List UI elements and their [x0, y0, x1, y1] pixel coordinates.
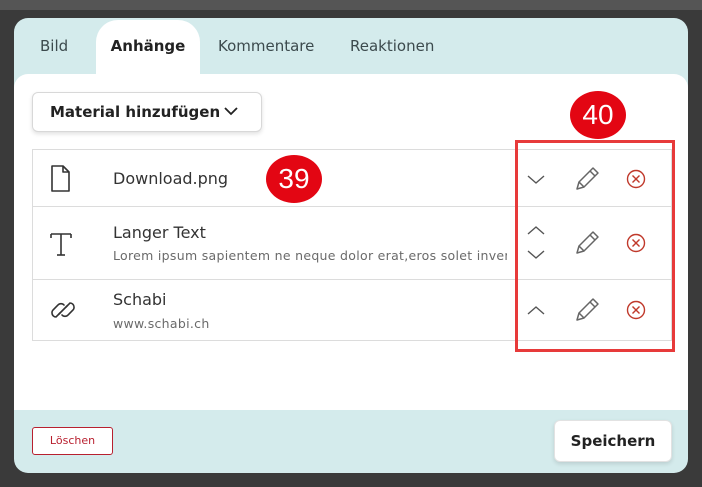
add-material-button[interactable]: Material hinzufügen: [32, 92, 262, 132]
text-icon: [50, 233, 72, 256]
save-button[interactable]: Speichern: [554, 420, 672, 462]
tab-bar: Bild Anhänge Kommentare Reaktionen: [14, 18, 688, 74]
file-icon: [51, 165, 70, 192]
annotation-marker-39: 39: [266, 155, 322, 203]
tab-bild[interactable]: Bild: [40, 20, 68, 74]
chevron-down-icon: [224, 107, 238, 116]
attachment-subtitle: Lorem ipsum sapientem ne neque dolor era…: [113, 248, 507, 263]
attachment-url: www.schabi.ch: [113, 316, 210, 331]
annotation-marker-40: 40: [570, 91, 626, 139]
link-icon: [51, 302, 75, 318]
tab-kommentare[interactable]: Kommentare: [218, 20, 314, 74]
attachment-title: Download.png: [113, 169, 229, 188]
attachment-title: Schabi: [113, 290, 167, 309]
highlight-box: [515, 140, 675, 352]
tab-anhaenge[interactable]: Anhänge: [96, 20, 200, 74]
delete-button[interactable]: Löschen: [32, 427, 113, 455]
backdrop-strip: [0, 0, 702, 10]
dialog-footer: Löschen Speichern: [14, 410, 688, 473]
add-material-label: Material hinzufügen: [50, 103, 221, 121]
attachment-title: Langer Text: [113, 223, 206, 242]
tab-reaktionen[interactable]: Reaktionen: [350, 20, 434, 74]
